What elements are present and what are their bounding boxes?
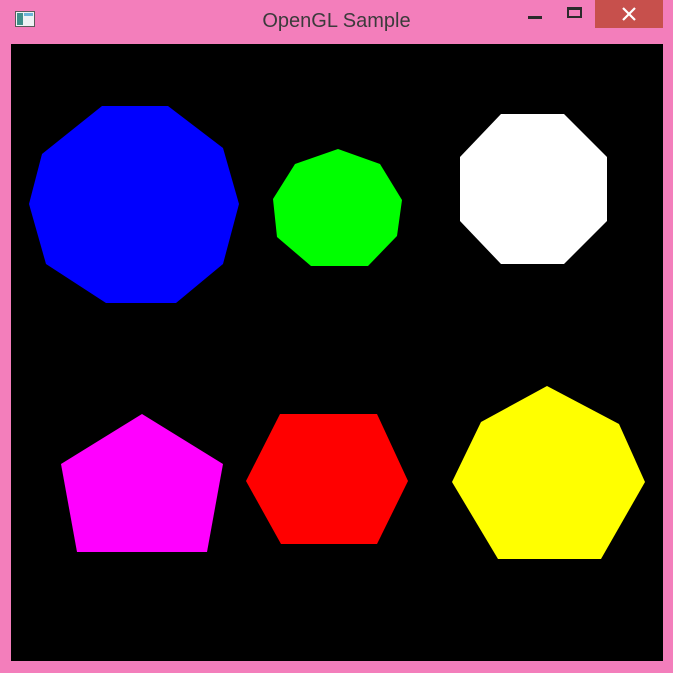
minimize-button[interactable] [520, 0, 550, 28]
close-button[interactable] [595, 0, 663, 28]
green-nonagon [273, 149, 402, 266]
magenta-pentagon [61, 414, 223, 552]
close-icon [622, 7, 636, 21]
title-bar[interactable]: OpenGL Sample [0, 0, 673, 40]
blue-decagon [29, 106, 239, 303]
app-window: OpenGL Sample [0, 0, 673, 673]
maximize-icon [567, 7, 582, 18]
yellow-heptagon [452, 386, 645, 559]
opengl-canvas[interactable] [11, 44, 663, 661]
minimize-icon [528, 16, 542, 19]
white-octagon [460, 114, 607, 264]
maximize-button[interactable] [559, 0, 591, 28]
shapes-drawing [29, 106, 645, 559]
red-hexagon [246, 414, 408, 544]
